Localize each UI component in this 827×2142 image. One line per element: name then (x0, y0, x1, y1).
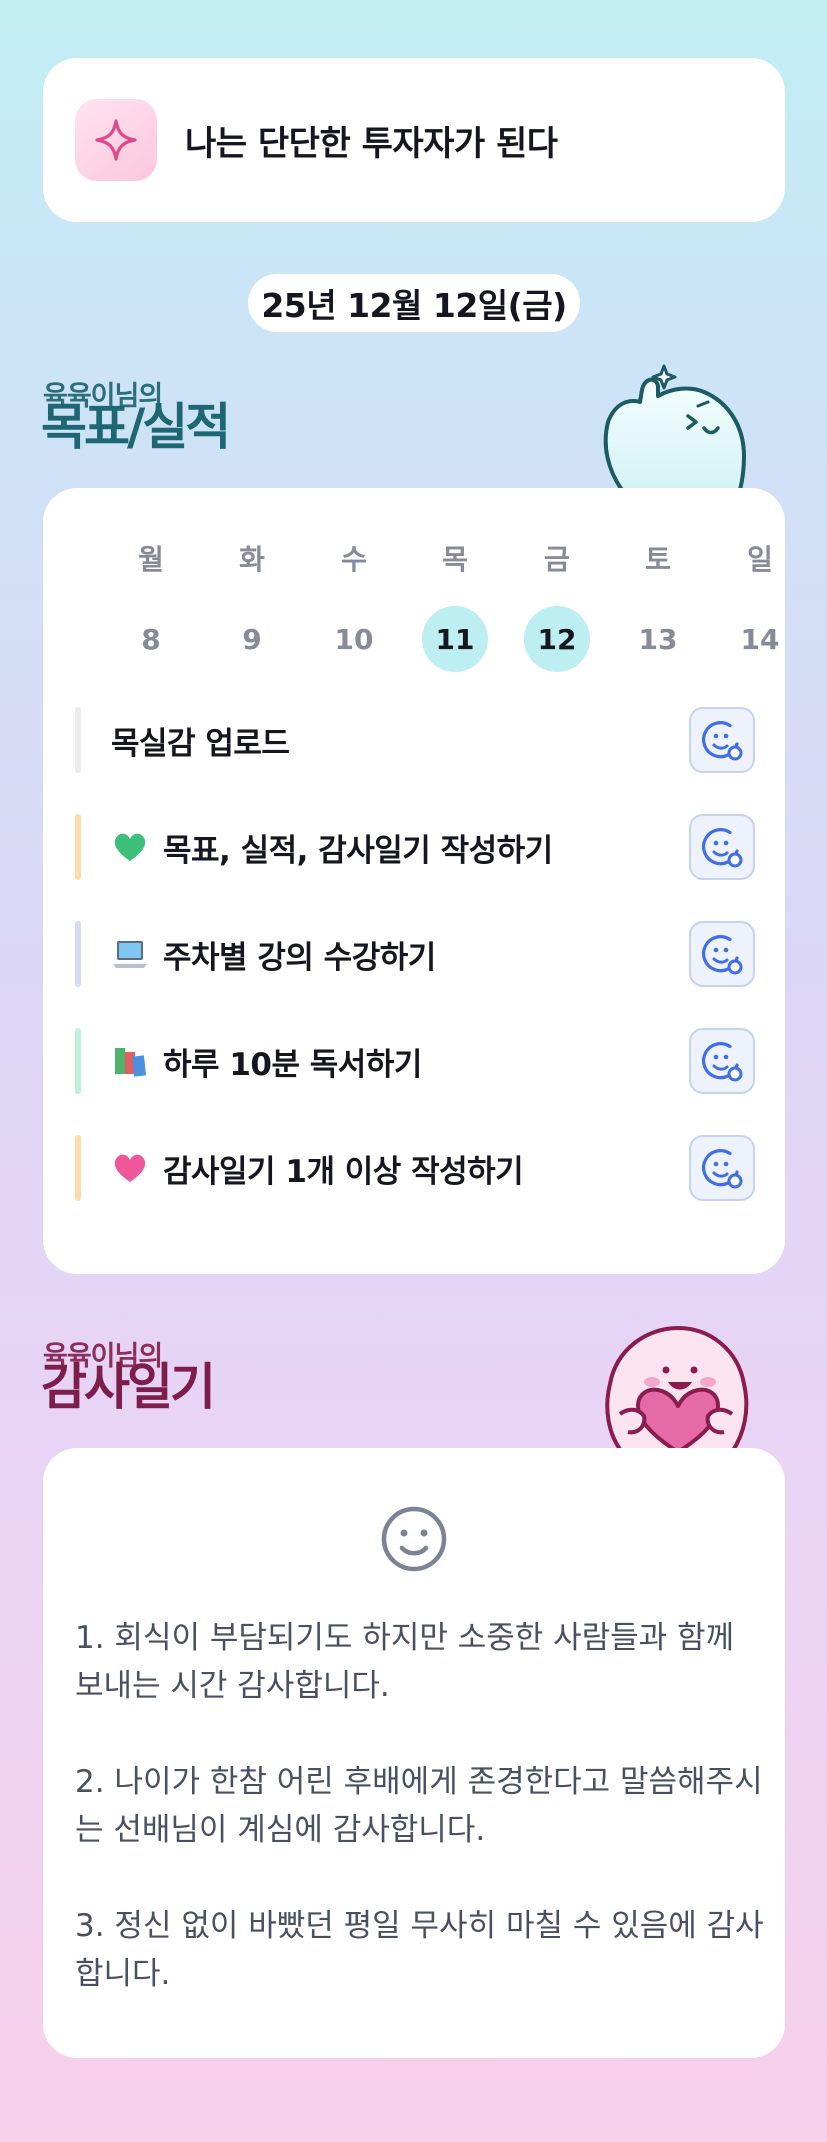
task-color-bar (75, 921, 81, 987)
day-thu[interactable]: 목 11 (420, 538, 490, 672)
goals-card: 월 8 화 9 수 10 목 11 금 12 토 13 일 14 목실감 업로드… (43, 488, 785, 1274)
day-fri[interactable]: 금 12 (522, 538, 592, 672)
day-name: 수 (341, 543, 367, 576)
task-item: 목표, 실적, 감사일기 작성하기 (75, 813, 755, 881)
smiley-add-icon (701, 721, 743, 761)
task-label: 감사일기 1개 이상 작성하기 (163, 1153, 524, 1190)
reaction-button[interactable] (689, 921, 755, 987)
smiley-add-icon (701, 1149, 743, 1189)
diary-entries: 1. 회식이 부담되기도 하지만 소중한 사람들과 함께 보내는 시간 감사합니… (75, 1614, 765, 2046)
smiley-add-icon (701, 1042, 743, 1082)
smiley-add-icon (701, 935, 743, 975)
diary-entry: 1. 회식이 부담되기도 하지만 소중한 사람들과 함께 보내는 시간 감사합니… (75, 1620, 735, 1704)
task-item: 감사일기 1개 이상 작성하기 (75, 1134, 755, 1202)
motto-text: 나는 단단한 투자자가 된다 (185, 123, 558, 164)
day-number: 10 (334, 622, 374, 656)
smile-icon (381, 1506, 447, 1572)
diary-title: 감사일기 (41, 1358, 216, 1416)
day-tue[interactable]: 화 9 (217, 538, 287, 672)
smiley-add-icon (701, 828, 743, 868)
day-name: 금 (544, 543, 570, 576)
task-label: 목실감 업로드 (111, 725, 290, 762)
day-number: 8 (141, 622, 161, 656)
mascot-goal-icon (603, 364, 746, 490)
day-number: 13 (638, 622, 678, 656)
day-mon[interactable]: 월 8 (116, 538, 186, 672)
date-pill: 25년 12월 12일(금) (248, 274, 580, 332)
day-name: 화 (239, 543, 265, 576)
task-item: 하루 10분 독서하기 (75, 1027, 755, 1095)
motto-card: 나는 단단한 투자자가 된다 (43, 58, 785, 222)
day-name: 토 (645, 543, 671, 576)
day-sun[interactable]: 일 14 (725, 538, 795, 672)
task-label: 하루 10분 독서하기 (163, 1046, 422, 1083)
books-icon (111, 1042, 149, 1080)
reaction-button[interactable] (689, 814, 755, 880)
task-color-bar (75, 1028, 81, 1094)
day-number-selected: 12 (524, 606, 590, 672)
reaction-button[interactable] (689, 1135, 755, 1201)
task-color-bar (75, 707, 81, 773)
diary-entry: 2. 나이가 한참 어린 후배에게 존경한다고 말씀해주시는 선배님이 계심에 … (75, 1764, 763, 1848)
task-color-bar (75, 1135, 81, 1201)
day-wed[interactable]: 수 10 (319, 538, 389, 672)
day-name: 목 (442, 543, 468, 576)
gratitude-diary-card: 1. 회식이 부담되기도 하지만 소중한 사람들과 함께 보내는 시간 감사합니… (43, 1448, 785, 2058)
diary-entry: 3. 정신 없이 바빴던 평일 무사히 마칠 수 있음에 감사합니다. (75, 1908, 764, 1992)
task-item: 주차별 강의 수강하기 (75, 920, 755, 988)
goals-title: 목표/실적 (41, 398, 231, 456)
task-label: 목표, 실적, 감사일기 작성하기 (163, 832, 553, 869)
day-sat[interactable]: 토 13 (623, 538, 693, 672)
task-color-bar (75, 814, 81, 880)
reaction-button[interactable] (689, 1028, 755, 1094)
reaction-button[interactable] (689, 707, 755, 773)
day-number: 9 (242, 622, 262, 656)
day-name: 월 (138, 543, 164, 576)
laptop-icon (111, 935, 149, 973)
day-name: 일 (747, 543, 773, 576)
pink-heart-icon (111, 1149, 149, 1187)
day-number-selected: 11 (422, 606, 488, 672)
task-item: 목실감 업로드 (75, 706, 755, 774)
green-heart-icon (111, 828, 149, 866)
sparkle-icon (75, 99, 157, 181)
mascot-heart-icon (605, 1326, 749, 1452)
task-label: 주차별 강의 수강하기 (163, 939, 436, 976)
day-number: 14 (740, 622, 780, 656)
